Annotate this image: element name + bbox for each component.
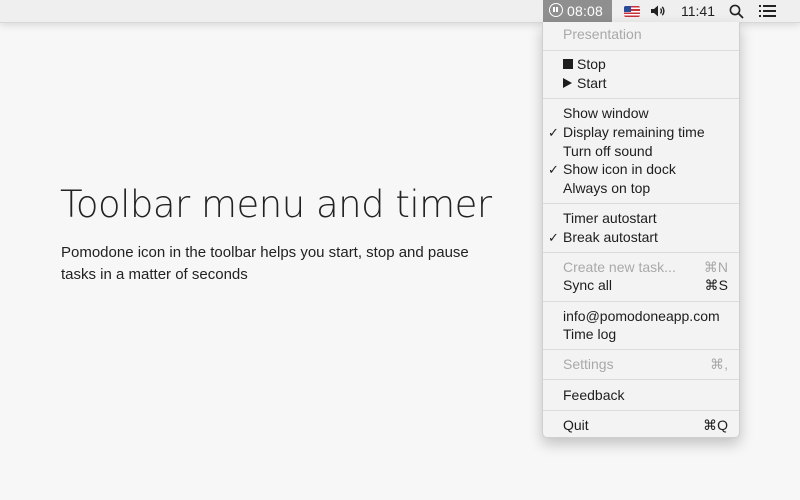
pomodone-dropdown-menu: Presentation Stop Start Show window ✓ Di…: [542, 22, 740, 438]
menu-item-display-remaining-time[interactable]: ✓ Display remaining time: [543, 123, 739, 142]
shortcut-label: ⌘S: [704, 277, 728, 293]
play-icon: [563, 74, 572, 93]
pomodone-icon: [549, 3, 563, 17]
page-description: Pomodone icon in the toolbar helps you s…: [61, 244, 469, 283]
menu-item-timer-autostart[interactable]: Timer autostart: [543, 209, 739, 228]
shortcut-label: ⌘N: [703, 259, 728, 275]
menu-item-stop[interactable]: Stop: [543, 55, 739, 74]
menu-item-time-log[interactable]: Time log: [543, 325, 739, 344]
search-icon[interactable]: [729, 4, 744, 19]
checkmark-icon: ✓: [548, 230, 559, 245]
stop-icon: [563, 55, 573, 74]
menu-item-sync-all[interactable]: Sync all ⌘S: [543, 276, 739, 295]
menu-item-break-autostart[interactable]: ✓ Break autostart: [543, 228, 739, 247]
menu-item-show-window[interactable]: Show window: [543, 104, 739, 123]
menu-separator: [543, 98, 739, 99]
menu-separator: [543, 203, 739, 204]
menu-item-always-on-top[interactable]: Always on top: [543, 179, 739, 198]
list-icon[interactable]: [759, 5, 776, 17]
pomodone-timer-menu-item[interactable]: 08:08: [543, 0, 612, 22]
volume-icon[interactable]: [650, 4, 666, 18]
menu-item-settings: Settings ⌘,: [563, 356, 728, 372]
page-headline: Toolbar menu and timer: [60, 183, 492, 226]
menu-item-presentation: Presentation: [563, 26, 642, 42]
shortcut-label: ⌘,: [710, 356, 728, 372]
menu-separator: [543, 50, 739, 51]
us-flag-icon[interactable]: [624, 6, 640, 17]
menu-item-show-icon-in-dock[interactable]: ✓ Show icon in dock: [543, 160, 739, 179]
shortcut-label: ⌘Q: [703, 417, 728, 433]
checkmark-icon: ✓: [548, 162, 559, 177]
timer-time: 08:08: [567, 3, 604, 19]
menu-separator: [543, 252, 739, 253]
menu-separator: [543, 349, 739, 350]
menu-separator: [543, 301, 739, 302]
menu-bar: 08:08 11:41: [0, 0, 800, 23]
menu-item-quit[interactable]: Quit ⌘Q: [543, 416, 739, 435]
menu-item-turn-off-sound[interactable]: Turn off sound: [543, 142, 739, 161]
menu-item-create-new-task: Create new task... ⌘N: [563, 259, 728, 275]
menu-item-feedback[interactable]: Feedback: [543, 386, 739, 405]
checkmark-icon: ✓: [548, 125, 559, 140]
clock[interactable]: 11:41: [681, 3, 715, 19]
menu-item-email[interactable]: info@pomodoneapp.com: [543, 307, 739, 326]
menu-separator: [543, 379, 739, 380]
menu-separator: [543, 410, 739, 411]
menu-item-start[interactable]: Start: [543, 74, 739, 93]
